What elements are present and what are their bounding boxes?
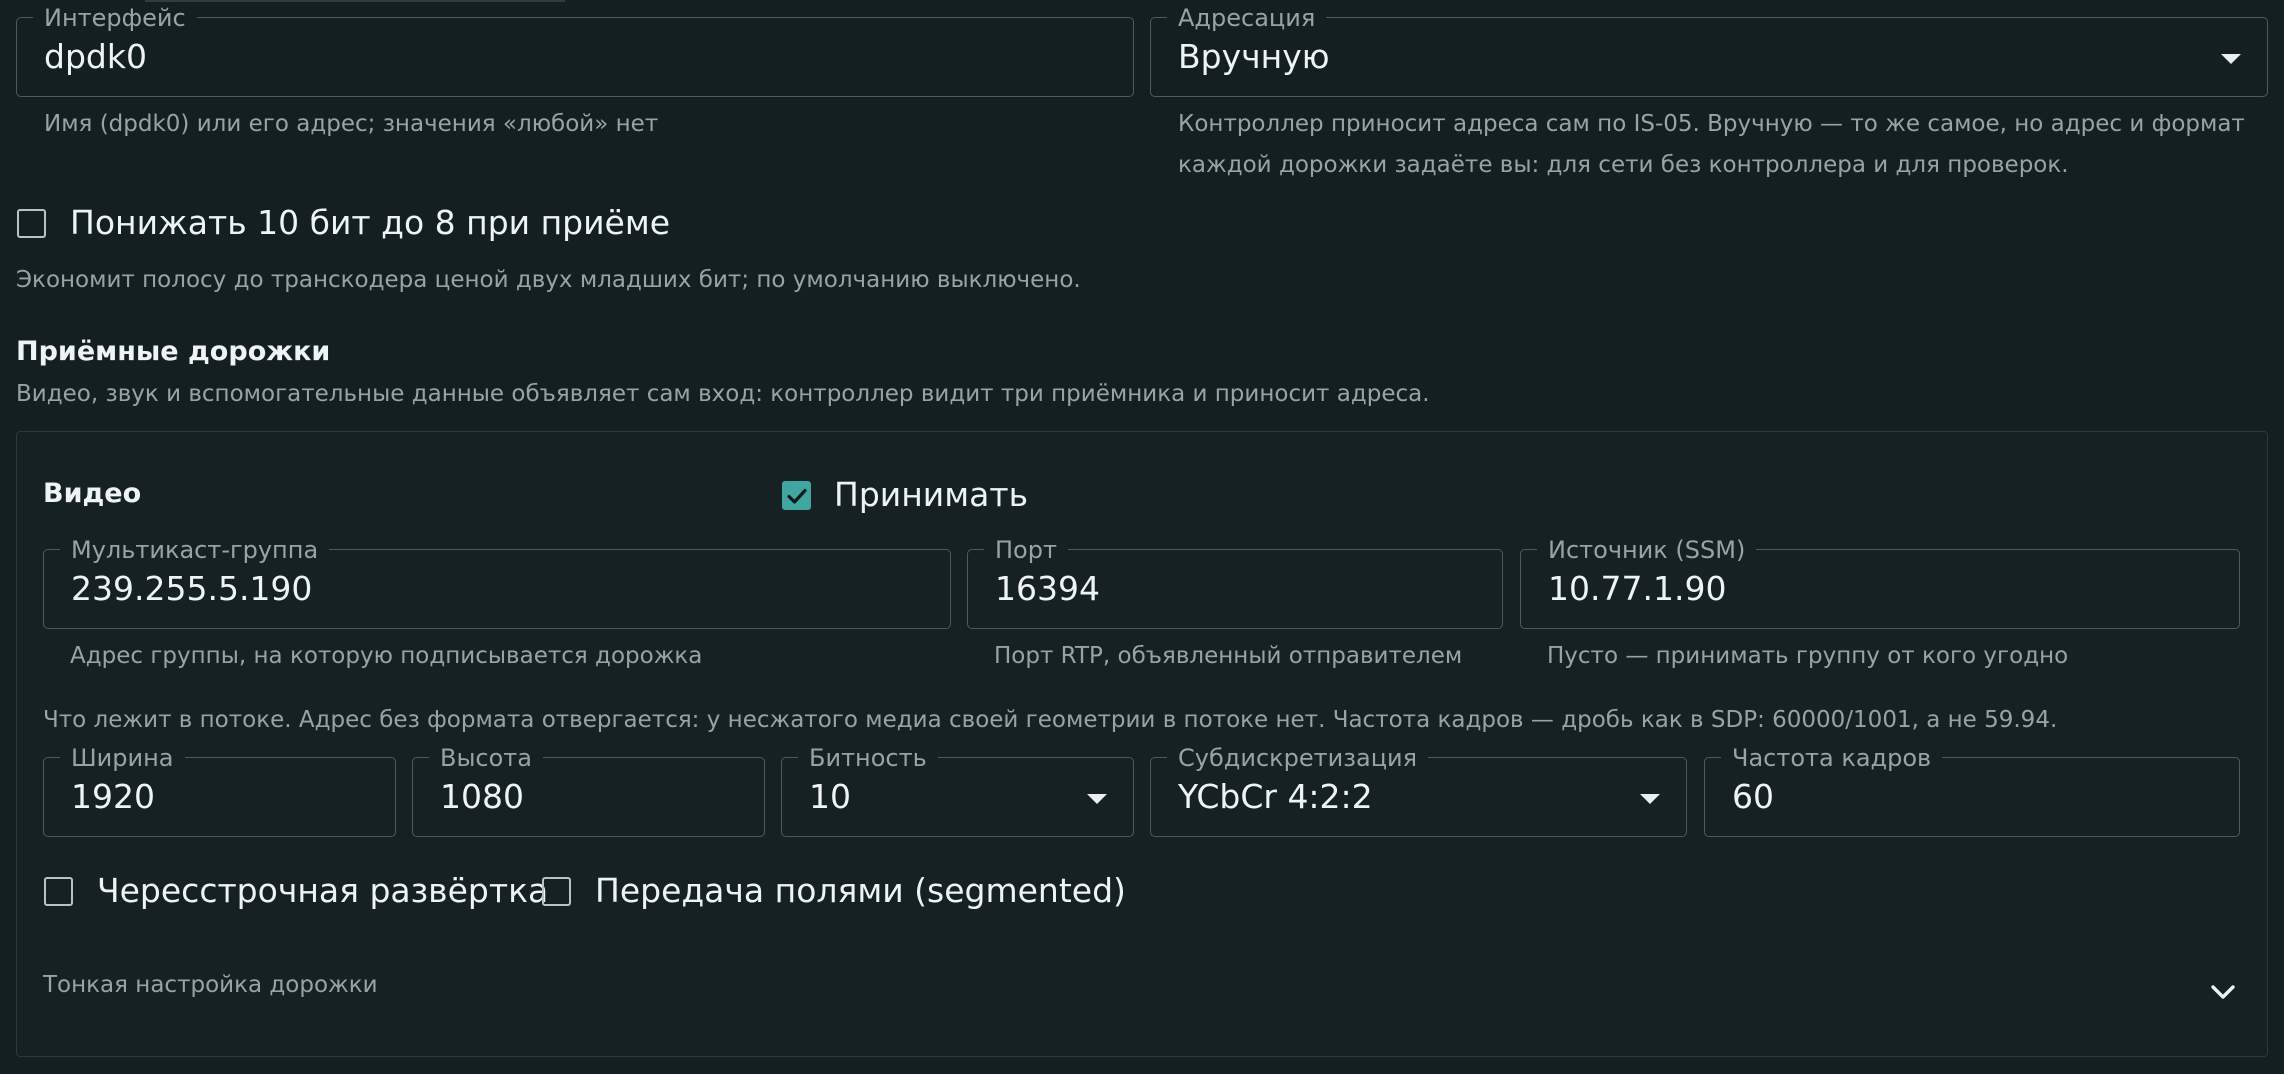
height-field[interactable]: Высота 1080 [412,746,765,837]
multicast-value: 239.255.5.190 [71,569,313,608]
downconvert-checkbox[interactable] [17,209,46,238]
interlaced-checkbox[interactable] [44,877,73,906]
interlaced-label[interactable]: Чересстрочная развёртка [97,871,548,911]
format-note: Что лежит в потоке. Адрес без формата от… [43,707,2058,733]
check-icon [787,488,807,504]
tracks-subtitle: Видео, звук и вспомогательные данные объ… [16,381,1430,407]
port-value: 16394 [995,569,1100,608]
top-divider [145,0,565,2]
sampling-value: YCbCr 4:2:2 [1178,777,1373,816]
chevron-down-icon [1640,794,1660,804]
port-helper: Порт RTP, объявленный отправителем [994,643,1463,669]
chevron-down-icon [2211,985,2235,999]
sampling-select[interactable]: Субдискретизация YCbCr 4:2:2 [1150,746,1687,837]
segmented-label[interactable]: Передача полями (segmented) [595,871,1126,911]
framerate-field[interactable]: Частота кадров 60 [1704,746,2240,837]
port-field[interactable]: Порт 16394 [967,538,1503,629]
interface-value: dpdk0 [44,37,147,76]
source-field[interactable]: Источник (SSM) 10.77.1.90 [1520,538,2240,629]
addressing-helper-line2: каждой дорожки задаёте вы: для сети без … [1178,152,2069,178]
downconvert-label[interactable]: Понижать 10 бит до 8 при приёме [70,203,670,243]
source-helper: Пусто — принимать группу от кого угодно [1547,643,2069,669]
downconvert-helper: Экономит полосу до транскодера ценой дву… [16,267,1081,293]
source-value: 10.77.1.90 [1548,569,1727,608]
video-track-panel: Видео Принимать Мультикаст-группа 239.25… [16,431,2268,1057]
addressing-select[interactable]: Адресация Вручную [1150,6,2268,97]
multicast-helper: Адрес группы, на которую подписывается д… [70,643,703,669]
segmented-checkbox[interactable] [542,877,571,906]
interface-field[interactable]: Интерфейс dpdk0 [16,6,1134,97]
interface-helper: Имя (dpdk0) или его адрес; значения «люб… [44,111,659,137]
width-value: 1920 [71,777,155,816]
chevron-down-icon [2221,54,2241,64]
bitdepth-value: 10 [809,777,851,816]
video-title: Видео [43,478,142,509]
height-value: 1080 [440,777,524,816]
addressing-helper-line1: Контроллер приносит адреса сам по IS-05.… [1178,111,2245,137]
multicast-field[interactable]: Мультикаст-группа 239.255.5.190 [43,538,951,629]
chevron-down-icon [1087,794,1107,804]
fine-tune-label: Тонкая настройка дорожки [43,972,378,998]
receive-checkbox[interactable] [782,481,811,510]
tracks-title: Приёмные дорожки [16,336,331,367]
framerate-value: 60 [1732,777,1774,816]
bitdepth-select[interactable]: Битность 10 [781,746,1134,837]
receive-label[interactable]: Принимать [834,475,1028,515]
addressing-value: Вручную [1178,37,1330,76]
fine-tune-toggle[interactable]: Тонкая настройка дорожки [43,962,2243,1022]
width-field[interactable]: Ширина 1920 [43,746,396,837]
